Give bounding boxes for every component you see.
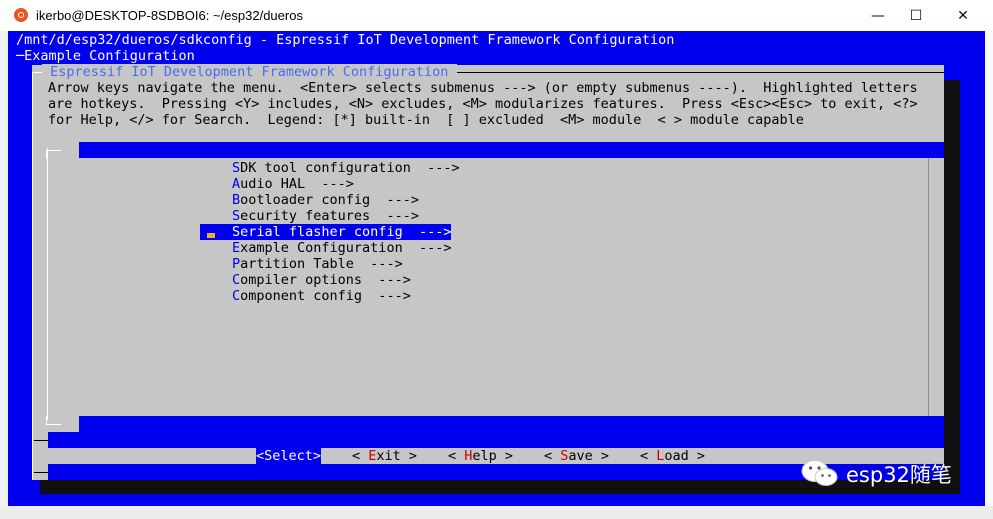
menu-item-label: udio HAL ---> [240, 176, 354, 192]
select-button[interactable]: <Select> [256, 448, 322, 464]
menu-item-label: ootloader config ---> [240, 192, 419, 208]
menu-item-label: DK tool configuration ---> [240, 160, 460, 176]
minimize-icon: — [871, 7, 885, 24]
close-icon: ✕ [957, 7, 969, 24]
menu-box-corner-top [46, 150, 61, 159]
button-bracket: < [448, 448, 465, 464]
exit-button[interactable]: < Exit > [352, 448, 417, 464]
watermark-text: esp32随笔 [846, 463, 952, 487]
dialog-border-left [32, 72, 33, 480]
menu-item-compiler-options[interactable]: Compiler options ---> [232, 272, 411, 288]
maximize-button[interactable]: ☐ [893, 0, 939, 31]
ubuntu-icon [14, 8, 28, 22]
dialog-border-top-right [456, 72, 944, 73]
menu-item-label: erial flasher config ---> [240, 224, 452, 240]
help-button[interactable]: < Help > [448, 448, 513, 464]
button-label: elect> [272, 448, 322, 464]
background-window-bottom [0, 506, 993, 519]
help-line: for Help, </> for Search. Legend: [*] bu… [48, 112, 804, 128]
load-button[interactable]: < Load > [640, 448, 705, 464]
hotkey: C [232, 288, 241, 304]
selection-highlight [200, 224, 232, 240]
background-window-left [0, 31, 8, 519]
button-bracket: < [640, 448, 657, 464]
breadcrumb: ─Example Configuration [16, 48, 195, 64]
dialog-separator-corner [34, 432, 48, 441]
hotkey: S [232, 224, 241, 240]
button-bracket: < [256, 448, 265, 464]
menu-box-right-edge [928, 158, 929, 416]
menu-item-sdk-tool-configuration[interactable]: SDK tool configuration ---> [232, 160, 460, 176]
menu-item-label: ompiler options ---> [240, 272, 411, 288]
help-line: Arrow keys navigate the menu. <Enter> se… [48, 80, 918, 96]
close-button[interactable]: ✕ [940, 0, 986, 31]
menu-item-audio-hal[interactable]: Audio HAL ---> [232, 176, 354, 192]
hotkey: E [232, 240, 241, 256]
dialog-bottom-corner [34, 464, 48, 473]
hotkey: A [232, 176, 241, 192]
dialog-title: Espressif IoT Development Framework Conf… [42, 64, 457, 80]
menu-item-serial-flasher-config[interactable]: Serial flasher config ---> [232, 224, 452, 240]
menu-item-label: omponent config ---> [240, 288, 411, 304]
button-label: elp > [472, 448, 514, 464]
menu-item-label: artition Table ---> [240, 256, 403, 272]
menu-item-component-config[interactable]: Component config ---> [232, 288, 411, 304]
help-line: are hotkeys. Pressing <Y> includes, <N> … [48, 96, 918, 112]
hotkey: S [232, 160, 241, 176]
menu-item-label: xample Configuration ---> [240, 240, 452, 256]
menu-box-bottom-bar [79, 416, 944, 432]
dialog-border-top-left [32, 72, 42, 73]
button-label: oad > [664, 448, 706, 464]
menu-box-left-edge [47, 148, 48, 420]
menu-item-label: ecurity features ---> [240, 208, 419, 224]
dialog-separator [48, 432, 944, 448]
menu-item-bootloader-config[interactable]: Bootloader config ---> [232, 192, 419, 208]
hotkey: C [232, 272, 241, 288]
config-path-line: /mnt/d/esp32/dueros/sdkconfig - Espressi… [16, 32, 675, 48]
save-button[interactable]: < Save > [544, 448, 609, 464]
menu-item-partition-table[interactable]: Partition Table ---> [232, 256, 403, 272]
menu-item-security-features[interactable]: Security features ---> [232, 208, 419, 224]
menu-box-corner-bottom [46, 416, 61, 425]
wechat-icon [801, 460, 838, 486]
text-cursor [207, 233, 215, 238]
button-bracket: < [544, 448, 561, 464]
button-bracket: < [352, 448, 369, 464]
maximize-icon: ☐ [909, 7, 923, 24]
hotkey: B [232, 192, 241, 208]
menu-item-example-configuration[interactable]: Example Configuration ---> [232, 240, 451, 256]
help-text: Arrow keys navigate the menu. <Enter> se… [48, 80, 918, 128]
hotkey: S [232, 208, 241, 224]
button-label: xit > [376, 448, 418, 464]
button-label: ave > [568, 448, 610, 464]
window-titlebar[interactable]: ikerbo@DESKTOP-8SDBOI6: ~/esp32/dueros —… [0, 0, 993, 31]
watermark: esp32随笔 [800, 456, 965, 490]
dialog-shadow-right [944, 80, 960, 488]
hotkey: P [232, 256, 241, 272]
window-title: ikerbo@DESKTOP-8SDBOI6: ~/esp32/dueros [36, 8, 303, 23]
background-window-right [985, 31, 993, 519]
menu-box-top-bar [79, 142, 944, 158]
